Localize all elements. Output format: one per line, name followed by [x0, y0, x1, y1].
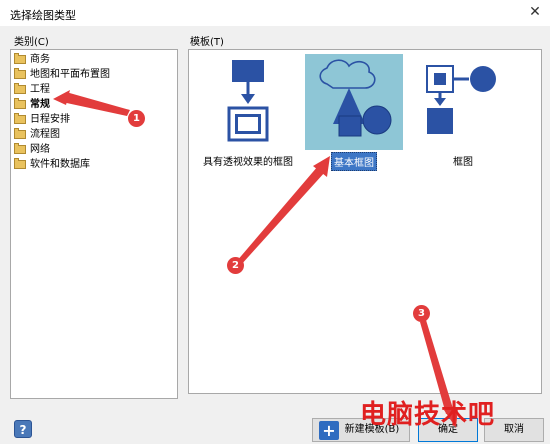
title-bar: 选择绘图类型 ✕ [0, 0, 550, 26]
template-caption-perspective[interactable]: 具有透视效果的框图 [201, 152, 295, 169]
category-list-panel[interactable]: 商务 地图和平面布置图 工程 常规 日程安排 流程图 网络 软件和数据库 [10, 49, 178, 399]
template-basic-block[interactable] [305, 54, 403, 150]
folder-icon [14, 158, 26, 169]
perspective-block-diagram-icon [227, 60, 269, 142]
template-caption-block[interactable]: 框图 [451, 152, 475, 169]
category-item-general[interactable]: 常规 [14, 97, 110, 112]
category-item-flowchart[interactable]: 流程图 [14, 127, 110, 142]
category-list: 商务 地图和平面布置图 工程 常规 日程安排 流程图 网络 软件和数据库 [14, 52, 110, 172]
folder-icon [14, 143, 26, 154]
category-item-network[interactable]: 网络 [14, 142, 110, 157]
category-item-software-db[interactable]: 软件和数据库 [14, 157, 110, 172]
template-perspective-block[interactable] [205, 56, 305, 166]
folder-icon [14, 113, 26, 124]
template-caption-basic[interactable]: 基本框图 [331, 152, 377, 171]
watermark-logo: 电脑技术吧 [360, 400, 496, 430]
add-template-icon: + [319, 421, 339, 440]
annotation-badge-3: 3 [413, 305, 430, 322]
category-item-schedule[interactable]: 日程安排 [14, 112, 110, 127]
folder-icon [14, 98, 26, 109]
annotation-badge-2: 2 [227, 257, 244, 274]
folder-icon [14, 128, 26, 139]
folder-icon [14, 68, 26, 79]
basic-block-diagram-icon [319, 59, 392, 137]
window-title: 选择绘图类型 [10, 9, 76, 22]
help-button[interactable]: ? [14, 420, 32, 438]
templates-label: 模板(T) [190, 37, 224, 48]
categories-label: 类别(C) [14, 37, 49, 48]
block-diagram-icon [426, 65, 496, 134]
template-gallery: 具有透视效果的框图 基本框图 框图 [188, 49, 542, 394]
template-block[interactable] [421, 56, 521, 151]
close-icon[interactable]: ✕ [526, 3, 544, 21]
folder-icon [14, 53, 26, 64]
category-item-business[interactable]: 商务 [14, 52, 110, 67]
category-item-engineering[interactable]: 工程 [14, 82, 110, 97]
annotation-badge-1: 1 [128, 110, 145, 127]
category-item-maps[interactable]: 地图和平面布置图 [14, 67, 110, 82]
folder-icon [14, 83, 26, 94]
